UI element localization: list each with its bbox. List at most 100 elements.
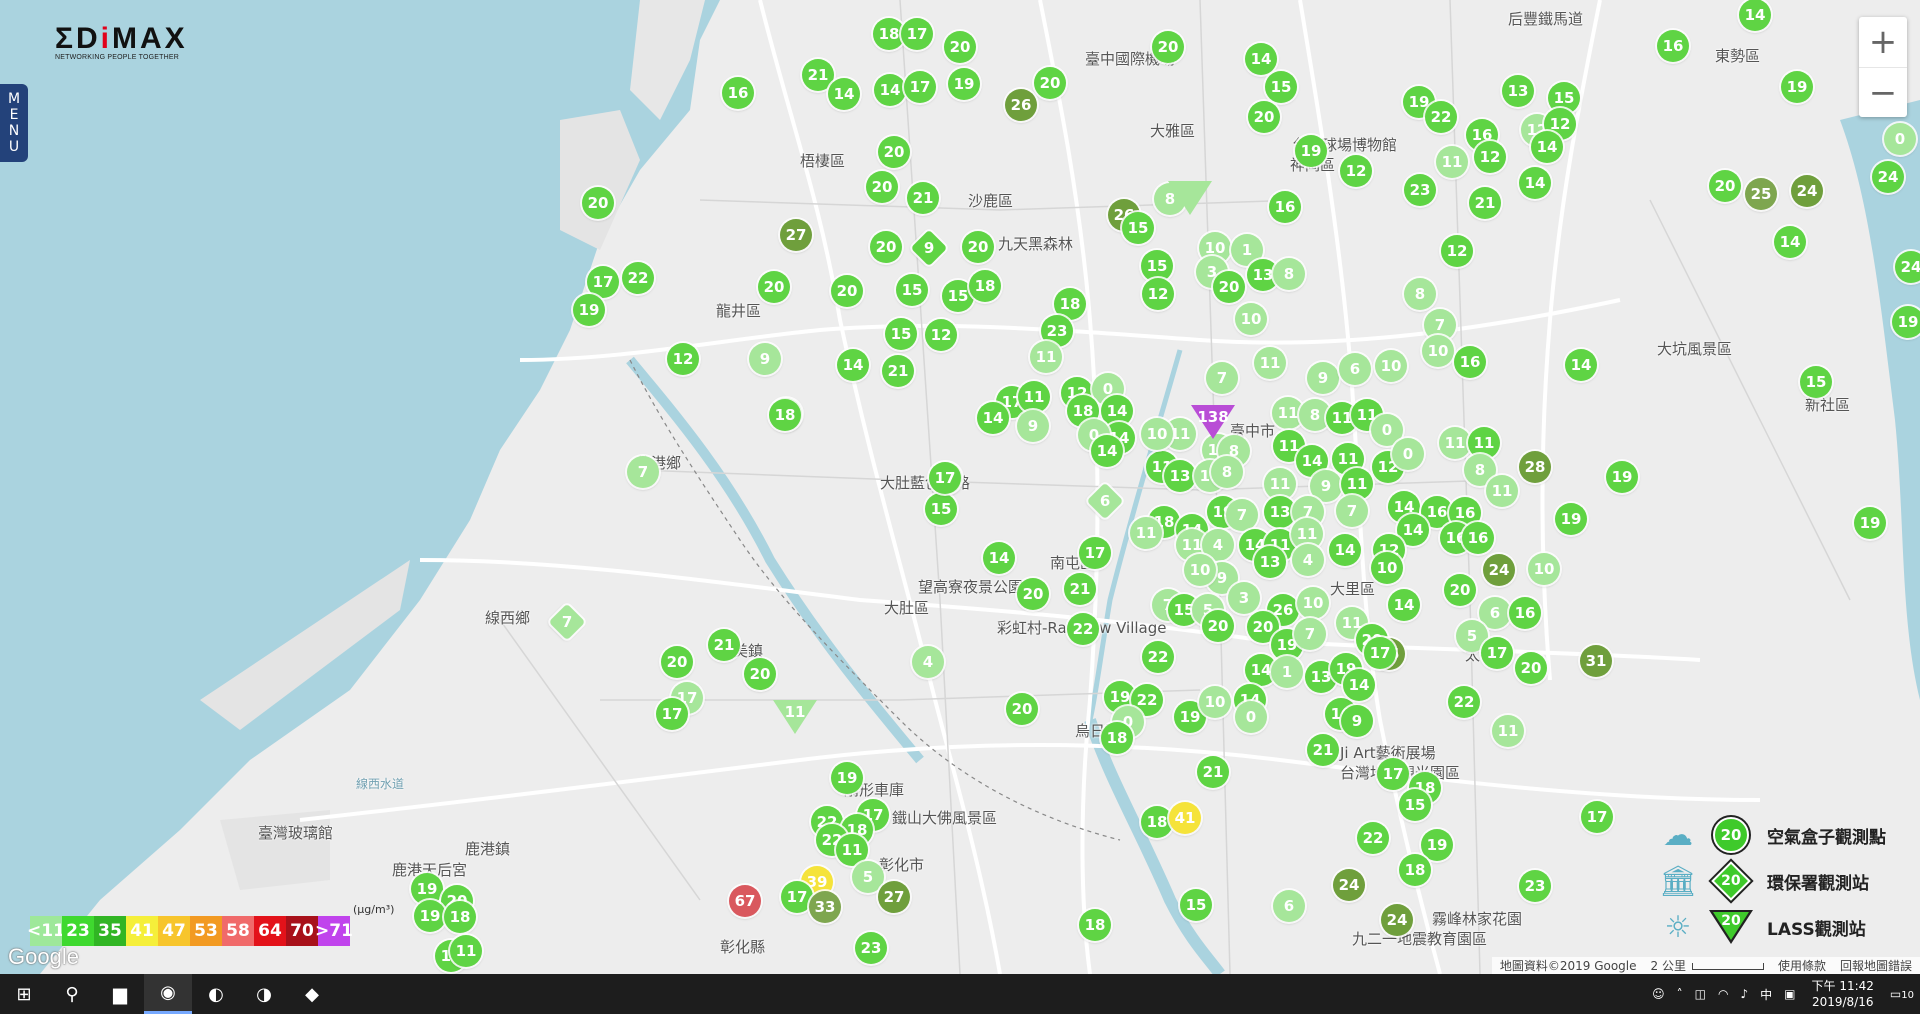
airbox-station-marker[interactable]: 21	[882, 355, 914, 387]
airbox-station-marker[interactable]: 20	[1213, 271, 1245, 303]
airbox-station-marker[interactable]: 33	[809, 891, 841, 923]
airbox-station-marker[interactable]: 20	[944, 31, 976, 63]
airbox-station-marker[interactable]: 24	[1381, 904, 1413, 936]
airbox-station-marker[interactable]: 25	[1745, 178, 1777, 210]
airbox-station-marker[interactable]: 23	[1404, 174, 1436, 206]
airbox-station-marker[interactable]: 11	[1018, 381, 1050, 413]
airbox-station-marker[interactable]: 1	[1271, 656, 1303, 688]
airbox-station-marker[interactable]: 14	[1245, 43, 1277, 75]
airbox-station-marker[interactable]: 14	[1565, 349, 1597, 381]
airbox-station-marker[interactable]: 19	[1555, 503, 1587, 535]
airbox-station-marker[interactable]: 3	[1228, 582, 1260, 614]
airbox-station-marker[interactable]: 19	[1421, 829, 1453, 861]
airbox-station-marker[interactable]: 14	[1519, 167, 1551, 199]
airbox-station-marker[interactable]: 14	[1091, 435, 1123, 467]
chrome-button[interactable]: ◉	[144, 974, 192, 1014]
airbox-station-marker[interactable]: 6	[1339, 353, 1371, 385]
airbox-station-marker[interactable]: 20	[1248, 101, 1280, 133]
airbox-station-marker[interactable]: 7	[627, 456, 659, 488]
airbox-station-marker[interactable]: 20	[661, 646, 693, 678]
airbox-station-marker[interactable]: 10	[1371, 552, 1403, 584]
airbox-station-marker[interactable]: 20	[1515, 652, 1547, 684]
airbox-station-marker[interactable]: 4	[1292, 544, 1324, 576]
airbox-station-marker[interactable]: 19	[1854, 507, 1886, 539]
airbox-station-marker[interactable]: 19	[1295, 135, 1327, 167]
airbox-station-marker[interactable]: 18	[769, 399, 801, 431]
airbox-station-marker[interactable]: 22	[1142, 641, 1174, 673]
lass-station-marker[interactable]: 138	[1191, 405, 1235, 441]
airbox-station-marker[interactable]: 22	[1067, 613, 1099, 645]
airbox-station-marker[interactable]: 20	[831, 275, 863, 307]
airbox-station-marker[interactable]: 21	[907, 182, 939, 214]
airbox-station-marker[interactable]: 18	[969, 270, 1001, 302]
airbox-station-marker[interactable]: 11	[1486, 475, 1518, 507]
ime-indicator[interactable]: 中	[1754, 986, 1778, 1003]
airbox-station-marker[interactable]: 16	[722, 77, 754, 109]
airbox-station-marker[interactable]: 9	[1307, 362, 1339, 394]
airbox-station-marker[interactable]: 20	[1034, 67, 1066, 99]
airbox-station-marker[interactable]: 17	[1364, 637, 1396, 669]
airbox-station-marker[interactable]: 12	[925, 319, 957, 351]
airbox-station-marker[interactable]: 20	[1444, 574, 1476, 606]
airbox-station-marker[interactable]: 17	[1481, 637, 1513, 669]
airbox-station-marker[interactable]: 8	[1404, 278, 1436, 310]
airbox-station-marker[interactable]: 12	[1142, 278, 1174, 310]
airbox-station-marker[interactable]: 19	[948, 68, 980, 100]
app-red-button[interactable]: ◆	[288, 974, 336, 1014]
app-duck-button[interactable]: ◐	[192, 974, 240, 1014]
keyboard-icon[interactable]: ▣	[1778, 987, 1801, 1001]
airbox-station-marker[interactable]: 26	[1005, 89, 1037, 121]
airbox-station-marker[interactable]: 15	[1265, 71, 1297, 103]
airbox-station-marker[interactable]: 24	[1791, 175, 1823, 207]
airbox-station-marker[interactable]: 10	[1422, 335, 1454, 367]
airbox-station-marker[interactable]: 11	[1030, 341, 1062, 373]
airbox-station-marker[interactable]: 18	[1141, 806, 1173, 838]
wifi-icon[interactable]: ◠	[1712, 987, 1734, 1001]
airbox-station-marker[interactable]: 17	[901, 18, 933, 50]
airbox-station-marker[interactable]: 14	[1388, 589, 1420, 621]
airbox-station-marker[interactable]: 14	[874, 74, 906, 106]
airbox-station-marker[interactable]: 12	[1474, 141, 1506, 173]
airbox-station-marker[interactable]: 19	[1781, 71, 1813, 103]
app-paint-button[interactable]: ◑	[240, 974, 288, 1014]
airbox-station-marker[interactable]: 9	[749, 343, 781, 375]
airbox-station-marker[interactable]: 20	[1202, 610, 1234, 642]
airbox-station-marker[interactable]: 16	[1269, 191, 1301, 223]
airbox-station-marker[interactable]: 20	[1152, 31, 1184, 63]
airbox-station-marker[interactable]: 23	[1519, 870, 1551, 902]
airbox-station-marker[interactable]: 20	[870, 231, 902, 263]
airbox-station-marker[interactable]: 10	[1141, 418, 1173, 450]
airbox-station-marker[interactable]: 14	[1531, 131, 1563, 163]
airbox-station-marker[interactable]: 17	[929, 462, 961, 494]
airbox-station-marker[interactable]: 20	[1006, 693, 1038, 725]
airbox-station-marker[interactable]: 14	[977, 402, 1009, 434]
airbox-station-marker[interactable]: 20	[878, 136, 910, 168]
airbox-station-marker[interactable]: 13	[1254, 546, 1286, 578]
airbox-station-marker[interactable]: 14	[1774, 226, 1806, 258]
airbox-station-marker[interactable]: 17	[1377, 758, 1409, 790]
airbox-station-marker[interactable]: 20	[962, 231, 994, 263]
airbox-station-marker[interactable]: 23	[855, 932, 887, 964]
airbox-station-marker[interactable]: 11	[1130, 517, 1162, 549]
airbox-station-marker[interactable]: 14	[983, 542, 1015, 574]
airbox-station-marker[interactable]: 4	[912, 646, 944, 678]
airbox-station-marker[interactable]: 0	[1235, 701, 1267, 733]
airbox-station-marker[interactable]: 7	[1206, 362, 1238, 394]
airbox-station-marker[interactable]: 15	[1800, 366, 1832, 398]
airbox-station-marker[interactable]: 67	[729, 885, 761, 917]
airbox-station-marker[interactable]: 12	[1340, 155, 1372, 187]
airbox-station-marker[interactable]: 24	[1872, 161, 1904, 193]
airbox-station-marker[interactable]: 0	[1392, 438, 1424, 470]
airbox-station-marker[interactable]: 13	[1164, 460, 1196, 492]
airbox-station-marker[interactable]: 7	[1226, 499, 1258, 531]
airbox-station-marker[interactable]: 20	[1017, 578, 1049, 610]
airbox-station-marker[interactable]: 10	[1375, 350, 1407, 382]
clock[interactable]: 下午 11:42 2019/8/16	[1802, 978, 1884, 1010]
airbox-station-marker[interactable]: 14	[1739, 0, 1771, 31]
airbox-station-marker[interactable]: 7	[1294, 618, 1326, 650]
airbox-station-marker[interactable]: 18	[1399, 854, 1431, 886]
airbox-station-marker[interactable]: 11	[1436, 146, 1468, 178]
airbox-station-marker[interactable]: 14	[828, 78, 860, 110]
airbox-station-marker[interactable]: 17	[1079, 537, 1111, 569]
airbox-station-marker[interactable]: 16	[1454, 346, 1486, 378]
